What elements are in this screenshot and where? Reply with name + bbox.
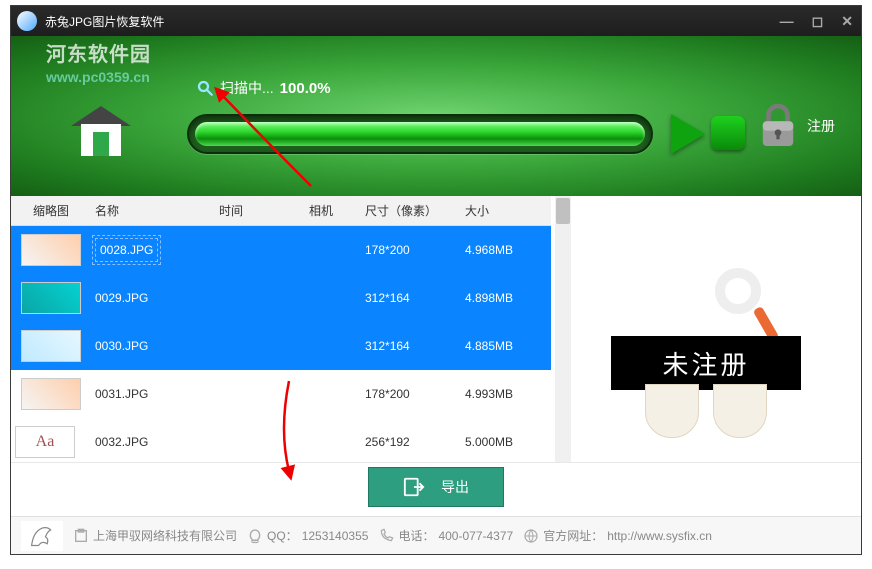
home-button[interactable] xyxy=(71,106,131,161)
export-button[interactable]: 导出 xyxy=(368,467,504,507)
file-time xyxy=(181,226,281,275)
scrollbar-thumb[interactable] xyxy=(556,198,570,224)
phone-icon xyxy=(378,528,394,544)
file-size: 4.885MB xyxy=(461,322,551,370)
stop-button[interactable] xyxy=(711,116,745,150)
file-name: 0029.JPG xyxy=(95,291,148,305)
register-link[interactable]: 注册 xyxy=(807,116,835,136)
thumbnail xyxy=(21,330,81,362)
maximize-button[interactable]: ◻ xyxy=(812,13,824,30)
file-camera xyxy=(281,370,361,418)
file-camera xyxy=(281,226,361,275)
site-label: 官方网址： xyxy=(543,527,603,544)
site-link[interactable]: http://www.sysfix.cn xyxy=(607,529,712,543)
file-size: 5.000MB xyxy=(461,418,551,466)
file-size: 4.898MB xyxy=(461,274,551,322)
tel-label: 电话： xyxy=(398,527,434,544)
company-name: 上海甲驭网络科技有限公司 xyxy=(93,527,237,544)
app-icon xyxy=(17,11,37,31)
col-name[interactable]: 名称 xyxy=(91,196,181,226)
tel-value: 400-077-4377 xyxy=(438,529,513,543)
table-row[interactable]: 0030.JPG 312*1644.885MB xyxy=(11,322,551,370)
thumbnail xyxy=(21,378,81,410)
file-size: 4.993MB xyxy=(461,370,551,418)
watermark: 河东软件园 www.pc0359.cn xyxy=(46,38,151,85)
col-dim[interactable]: 尺寸（像素） xyxy=(361,196,461,226)
lock-icon[interactable] xyxy=(759,104,797,148)
table-row[interactable]: 0029.JPG 312*1644.898MB xyxy=(11,274,551,322)
file-size: 4.968MB xyxy=(461,226,551,275)
file-dim: 178*200 xyxy=(361,370,461,418)
footer: 上海甲驭网络科技有限公司 QQ： 1253140355 电话： 400-077-… xyxy=(11,516,861,554)
table-row[interactable]: 0031.JPG 178*2004.993MB xyxy=(11,370,551,418)
scan-percent: 100.0% xyxy=(280,80,331,97)
table-row[interactable]: Aa 0032.JPG 256*1925.000MB xyxy=(11,418,551,466)
file-dim: 312*164 xyxy=(361,274,461,322)
progress-fill xyxy=(195,122,645,146)
export-bar: 导出 xyxy=(11,462,861,516)
scan-label-text: 扫描中... xyxy=(220,78,274,98)
file-name: 0031.JPG xyxy=(95,387,148,401)
company-icon xyxy=(73,528,89,544)
minimize-button[interactable]: — xyxy=(780,13,794,30)
table-row[interactable]: 0028.JPG 178*2004.968MB xyxy=(11,226,551,275)
search-icon xyxy=(196,79,214,97)
export-icon xyxy=(403,476,425,498)
watermark-text: 河东软件园 xyxy=(46,44,151,66)
file-name: 0032.JPG xyxy=(95,435,148,449)
col-thumb[interactable]: 缩略图 xyxy=(11,196,91,226)
company-logo xyxy=(21,521,63,551)
file-time xyxy=(181,418,281,466)
file-camera xyxy=(281,418,361,466)
watermark-url: www.pc0359.cn xyxy=(46,69,151,85)
thumbnail xyxy=(21,234,81,266)
export-label: 导出 xyxy=(441,477,469,497)
qq-label: QQ： xyxy=(267,527,298,544)
thumbnail: Aa xyxy=(15,426,75,458)
col-time[interactable]: 时间 xyxy=(181,196,281,226)
play-button[interactable] xyxy=(671,114,711,154)
col-camera[interactable]: 相机 xyxy=(281,196,361,226)
header: 河东软件园 www.pc0359.cn 扫描中... 100.0% 注册 xyxy=(11,36,861,196)
app-window: 赤兔JPG图片恢复软件 — ◻ ✕ 河东软件园 www.pc0359.cn 扫描… xyxy=(10,5,862,555)
preview-image: 未注册 xyxy=(611,256,801,446)
file-dim: 178*200 xyxy=(361,226,461,275)
scan-status: 扫描中... 100.0% xyxy=(196,78,331,98)
qq-value: 1253140355 xyxy=(302,529,369,543)
file-time xyxy=(181,322,281,370)
col-size[interactable]: 大小 xyxy=(461,196,551,226)
file-name: 0028.JPG xyxy=(95,238,158,262)
file-dim: 256*192 xyxy=(361,418,461,466)
file-table: 缩略图 名称 时间 相机 尺寸（像素） 大小 0028.JPG178*2004.… xyxy=(11,196,551,466)
file-name: 0030.JPG xyxy=(95,339,148,353)
file-dim: 312*164 xyxy=(361,322,461,370)
close-button[interactable]: ✕ xyxy=(841,13,853,30)
file-time xyxy=(181,370,281,418)
thumbnail xyxy=(21,282,81,314)
app-title: 赤兔JPG图片恢复软件 xyxy=(45,13,164,30)
web-icon xyxy=(523,528,539,544)
file-time xyxy=(181,274,281,322)
progress-bar xyxy=(187,114,653,154)
file-camera xyxy=(281,274,361,322)
titlebar: 赤兔JPG图片恢复软件 — ◻ ✕ xyxy=(11,6,861,36)
file-camera xyxy=(281,322,361,370)
qq-icon xyxy=(247,528,263,544)
